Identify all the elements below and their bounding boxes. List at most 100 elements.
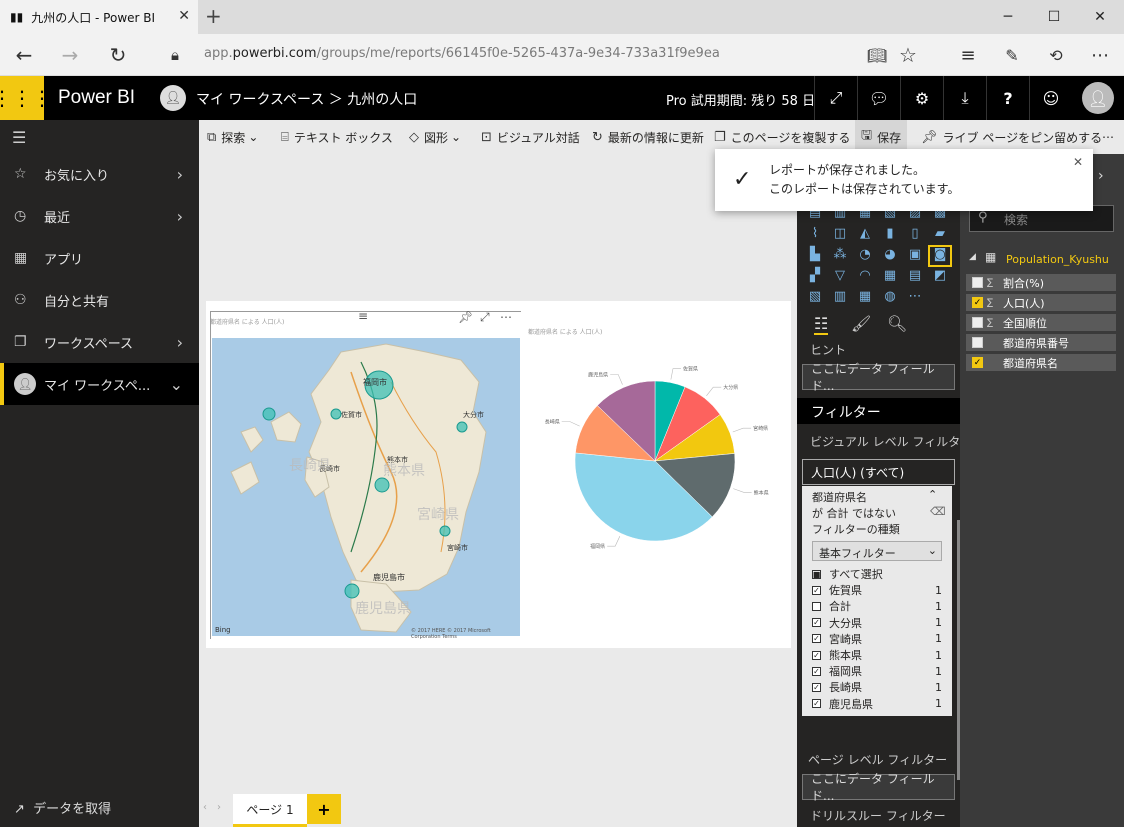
get-data-link[interactable]: ↗ データを取得 bbox=[14, 798, 111, 817]
breadcrumb[interactable]: マイ ワークスペース ＞ 九州の人口 bbox=[196, 89, 417, 109]
visual-type-icon[interactable]: ▞ bbox=[805, 268, 825, 286]
settings-gear-icon[interactable]: ⚙ bbox=[900, 76, 943, 120]
visual-more-icon[interactable]: ⋯ bbox=[500, 310, 512, 324]
prefecture-filter-card[interactable]: 都道府県名 ⌃ が 合計 ではない ⌫ フィルターの種類 基本フィルター ⌄ ■… bbox=[802, 486, 952, 716]
filter-item[interactable]: ✓ 佐賀県 1 bbox=[812, 582, 942, 598]
field-checkbox[interactable]: ✓ bbox=[972, 297, 983, 308]
brand-title[interactable]: Power BI bbox=[58, 87, 135, 109]
filter-item[interactable]: ✓ 宮崎県 1 bbox=[812, 631, 942, 647]
filter-checkbox[interactable]: ✓ bbox=[812, 699, 821, 709]
field-checkbox[interactable]: ✓ bbox=[972, 357, 983, 368]
hamburger-menu-icon[interactable]: ☰ bbox=[12, 128, 26, 147]
filter-item[interactable]: ✓ 長崎県 1 bbox=[812, 679, 942, 695]
url-field[interactable]: app.powerbi.com/groups/me/reports/66145f… bbox=[204, 46, 720, 61]
nav-workspaces[interactable]: ❐ ワークスペース › bbox=[0, 321, 199, 363]
visual-type-icon[interactable]: ▽ bbox=[830, 268, 850, 286]
pie-chart[interactable]: 佐賀県大分県宮崎県熊本県福岡県 長崎県 鹿児島県 bbox=[528, 341, 791, 641]
filter-item[interactable]: ✓ 福岡県 1 bbox=[812, 663, 942, 679]
visual-type-icon[interactable]: ⋯ bbox=[905, 289, 925, 307]
field-row[interactable]: ∑ 割合(%) bbox=[966, 274, 1116, 291]
visual-type-icon[interactable]: ▮ bbox=[880, 226, 900, 244]
minimize-button[interactable]: ─ bbox=[985, 0, 1031, 34]
report-canvas[interactable]: 福岡市 佐賀市 長崎市 大分市 熊本市 宮崎市 鹿児島市 長崎県 熊本県 宮崎県… bbox=[206, 301, 791, 648]
hub-icon[interactable]: ≡ bbox=[946, 34, 990, 76]
filter-checkbox[interactable] bbox=[812, 601, 821, 611]
pin-visual-icon[interactable]: 📌︎ bbox=[458, 310, 473, 324]
qa-button[interactable]: ⊡ ビジュアル対話 bbox=[481, 120, 580, 154]
tab-page-1[interactable]: ページ 1 bbox=[233, 794, 307, 827]
filter-item[interactable]: ✓ 鹿児島県 1 bbox=[812, 696, 942, 712]
visual-type-icon[interactable]: ▯ bbox=[905, 226, 925, 244]
collapse-chevron-up-icon[interactable]: ⌃ bbox=[928, 488, 937, 501]
field-row[interactable]: 都道府県番号 bbox=[966, 334, 1116, 351]
download-icon[interactable]: ⤓ bbox=[943, 76, 986, 120]
close-tab-icon[interactable]: ✕ bbox=[178, 8, 190, 24]
eraser-icon[interactable]: ⌫ bbox=[930, 505, 946, 518]
visual-type-icon[interactable]: ◩ bbox=[930, 268, 950, 286]
refresh-button[interactable]: ↻ 最新の情報に更新 bbox=[592, 120, 704, 154]
field-row[interactable]: ✓ ∑ 人口(人) bbox=[966, 294, 1116, 311]
format-paint-roller-icon[interactable]: 🖌︎ bbox=[851, 314, 871, 333]
feedback-smiley-icon[interactable]: ☺ bbox=[1029, 76, 1072, 120]
user-avatar[interactable]: 👤︎ bbox=[1082, 82, 1114, 114]
scroll-left-icon[interactable]: ‹ bbox=[203, 802, 207, 813]
fullscreen-icon[interactable]: ⤢ bbox=[814, 76, 857, 120]
filter-checkbox[interactable]: ✓ bbox=[812, 634, 821, 644]
close-icon[interactable]: ✕ bbox=[1073, 155, 1083, 169]
new-tab-button[interactable]: + bbox=[205, 4, 222, 28]
visual-type-icon[interactable]: ▣ bbox=[905, 247, 925, 265]
shapes-button[interactable]: ◇ 図形 ⌄ bbox=[409, 120, 461, 154]
visual-type-icon[interactable]: ▦ bbox=[855, 289, 875, 307]
fields-tab-icon[interactable]: ☷ bbox=[814, 314, 829, 335]
nav-recent[interactable]: ◷ 最近 › bbox=[0, 195, 199, 237]
comment-icon[interactable]: 💬︎ bbox=[857, 76, 900, 120]
filter-checkbox[interactable]: ✓ bbox=[812, 618, 821, 628]
visual-type-icon[interactable]: ▙ bbox=[805, 247, 825, 265]
help-icon[interactable]: ? bbox=[986, 76, 1029, 120]
visual-type-icon[interactable]: ◍ bbox=[880, 289, 900, 307]
filter-item[interactable]: 合計 1 bbox=[812, 598, 942, 614]
close-window-button[interactable]: ✕ bbox=[1077, 0, 1123, 34]
page-filter-drop-zone[interactable]: ここにデータ フィールド... bbox=[802, 772, 955, 803]
visual-type-icon[interactable]: ◕ bbox=[880, 247, 900, 265]
table-name[interactable]: Population_Kyushu bbox=[1006, 253, 1109, 266]
forward-button[interactable]: → bbox=[48, 34, 92, 76]
visual-type-icon[interactable]: ◫ bbox=[830, 226, 850, 244]
app-launcher-icon[interactable]: ⋮⋮⋮ bbox=[0, 76, 52, 120]
field-row[interactable]: ∑ 全国順位 bbox=[966, 314, 1116, 331]
back-button[interactable]: ← bbox=[2, 34, 46, 76]
visual-type-icon[interactable]: ◠ bbox=[855, 268, 875, 286]
nav-apps[interactable]: ▦ アプリ bbox=[0, 237, 199, 279]
nav-my-workspace[interactable]: 👤︎ マイ ワークスペ... ⌄ bbox=[0, 363, 199, 405]
scroll-right-icon[interactable]: › bbox=[217, 802, 221, 813]
visual-type-icon[interactable]: ⌇ bbox=[805, 226, 825, 244]
filter-checkbox[interactable]: ✓ bbox=[812, 666, 821, 676]
filter-type-select[interactable]: 基本フィルター ⌄ bbox=[812, 541, 942, 561]
visual-type-icon[interactable]: ▤ bbox=[905, 268, 925, 286]
focus-mode-icon[interactable]: ⤢ bbox=[480, 310, 490, 325]
share-icon[interactable]: ⟲ bbox=[1034, 34, 1078, 76]
visual-type-icon[interactable]: ◙ bbox=[928, 245, 952, 267]
field-checkbox[interactable] bbox=[972, 277, 983, 288]
favorite-star-icon[interactable]: ☆ bbox=[886, 34, 930, 76]
analytics-magnifier-icon[interactable]: 🔍︎ bbox=[887, 314, 907, 333]
visual-type-icon[interactable]: ◭ bbox=[855, 226, 875, 244]
filter-item[interactable]: ✓ 大分県 1 bbox=[812, 615, 942, 631]
filter-item[interactable]: ■ すべて選択 bbox=[812, 566, 942, 582]
visual-type-icon[interactable]: ⁂ bbox=[830, 247, 850, 265]
map-visual[interactable]: 福岡市 佐賀市 長崎市 大分市 熊本市 宮崎市 鹿児島市 長崎県 熊本県 宮崎県… bbox=[210, 311, 522, 640]
chevron-right-icon[interactable]: › bbox=[1098, 168, 1104, 184]
toolbar-more-icon[interactable]: ⋯ bbox=[1102, 120, 1114, 154]
filter-checkbox[interactable]: ✓ bbox=[812, 682, 821, 692]
textbox-button[interactable]: ⌸ テキスト ボックス bbox=[281, 120, 393, 154]
field-checkbox[interactable] bbox=[972, 317, 983, 328]
field-checkbox[interactable] bbox=[972, 337, 983, 348]
more-icon[interactable]: ⋯ bbox=[1078, 34, 1122, 76]
web-note-icon[interactable]: ✎ bbox=[990, 34, 1034, 76]
expand-table-icon[interactable]: ◢ bbox=[969, 252, 976, 262]
values-drop-zone[interactable]: ここにデータ フィールド... bbox=[802, 362, 955, 393]
add-page-button[interactable]: + bbox=[307, 794, 341, 824]
filter-checkbox[interactable]: ✓ bbox=[812, 650, 821, 660]
browser-tab[interactable]: ▮▮ 九州の人口 - Power BI ✕ bbox=[0, 0, 198, 34]
visual-type-icon[interactable]: ▦ bbox=[880, 268, 900, 286]
